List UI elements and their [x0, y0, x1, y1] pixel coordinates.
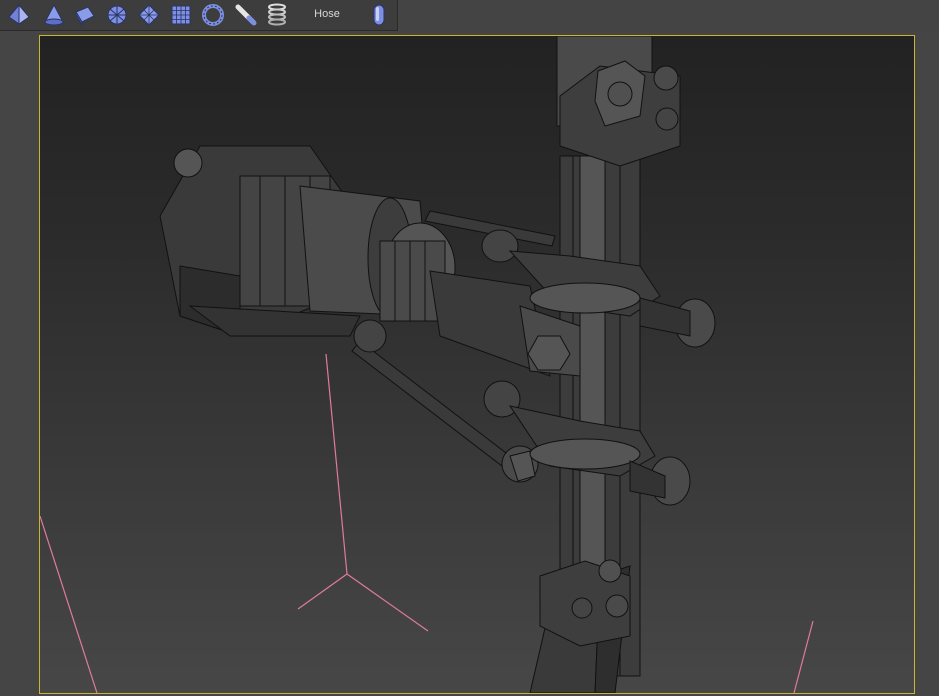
geosphere-button[interactable] [104, 2, 130, 28]
perspective-viewport[interactable] [39, 35, 915, 694]
app-window: Hose [0, 0, 939, 696]
plane-icon [75, 6, 95, 27]
pyramid-icon [8, 3, 30, 25]
toolbar-background [398, 0, 939, 31]
capsule-icon [373, 4, 385, 26]
create-toolbar: Hose [0, 0, 398, 31]
viewport-scene [40, 36, 814, 693]
pyramid-button[interactable] [6, 2, 32, 28]
cone-icon [44, 3, 64, 26]
torus-button[interactable] [200, 2, 226, 28]
plane-button[interactable] [72, 2, 98, 28]
torus-icon [202, 4, 224, 26]
spring-icon [268, 3, 286, 26]
geosphere-icon [107, 5, 127, 25]
tube-tool-button[interactable] [233, 2, 259, 28]
grid-box-icon [171, 5, 191, 25]
tube-tool-icon [235, 4, 257, 26]
spring-button[interactable] [264, 2, 290, 28]
bottom-bracket [539, 559, 631, 647]
cone-button[interactable] [41, 2, 67, 28]
grid-plane-button[interactable] [136, 2, 162, 28]
grid-plane-icon [138, 4, 160, 26]
grid-box-button[interactable] [168, 2, 194, 28]
capsule-button[interactable] [366, 2, 392, 28]
hose-button[interactable]: Hose [302, 0, 352, 28]
